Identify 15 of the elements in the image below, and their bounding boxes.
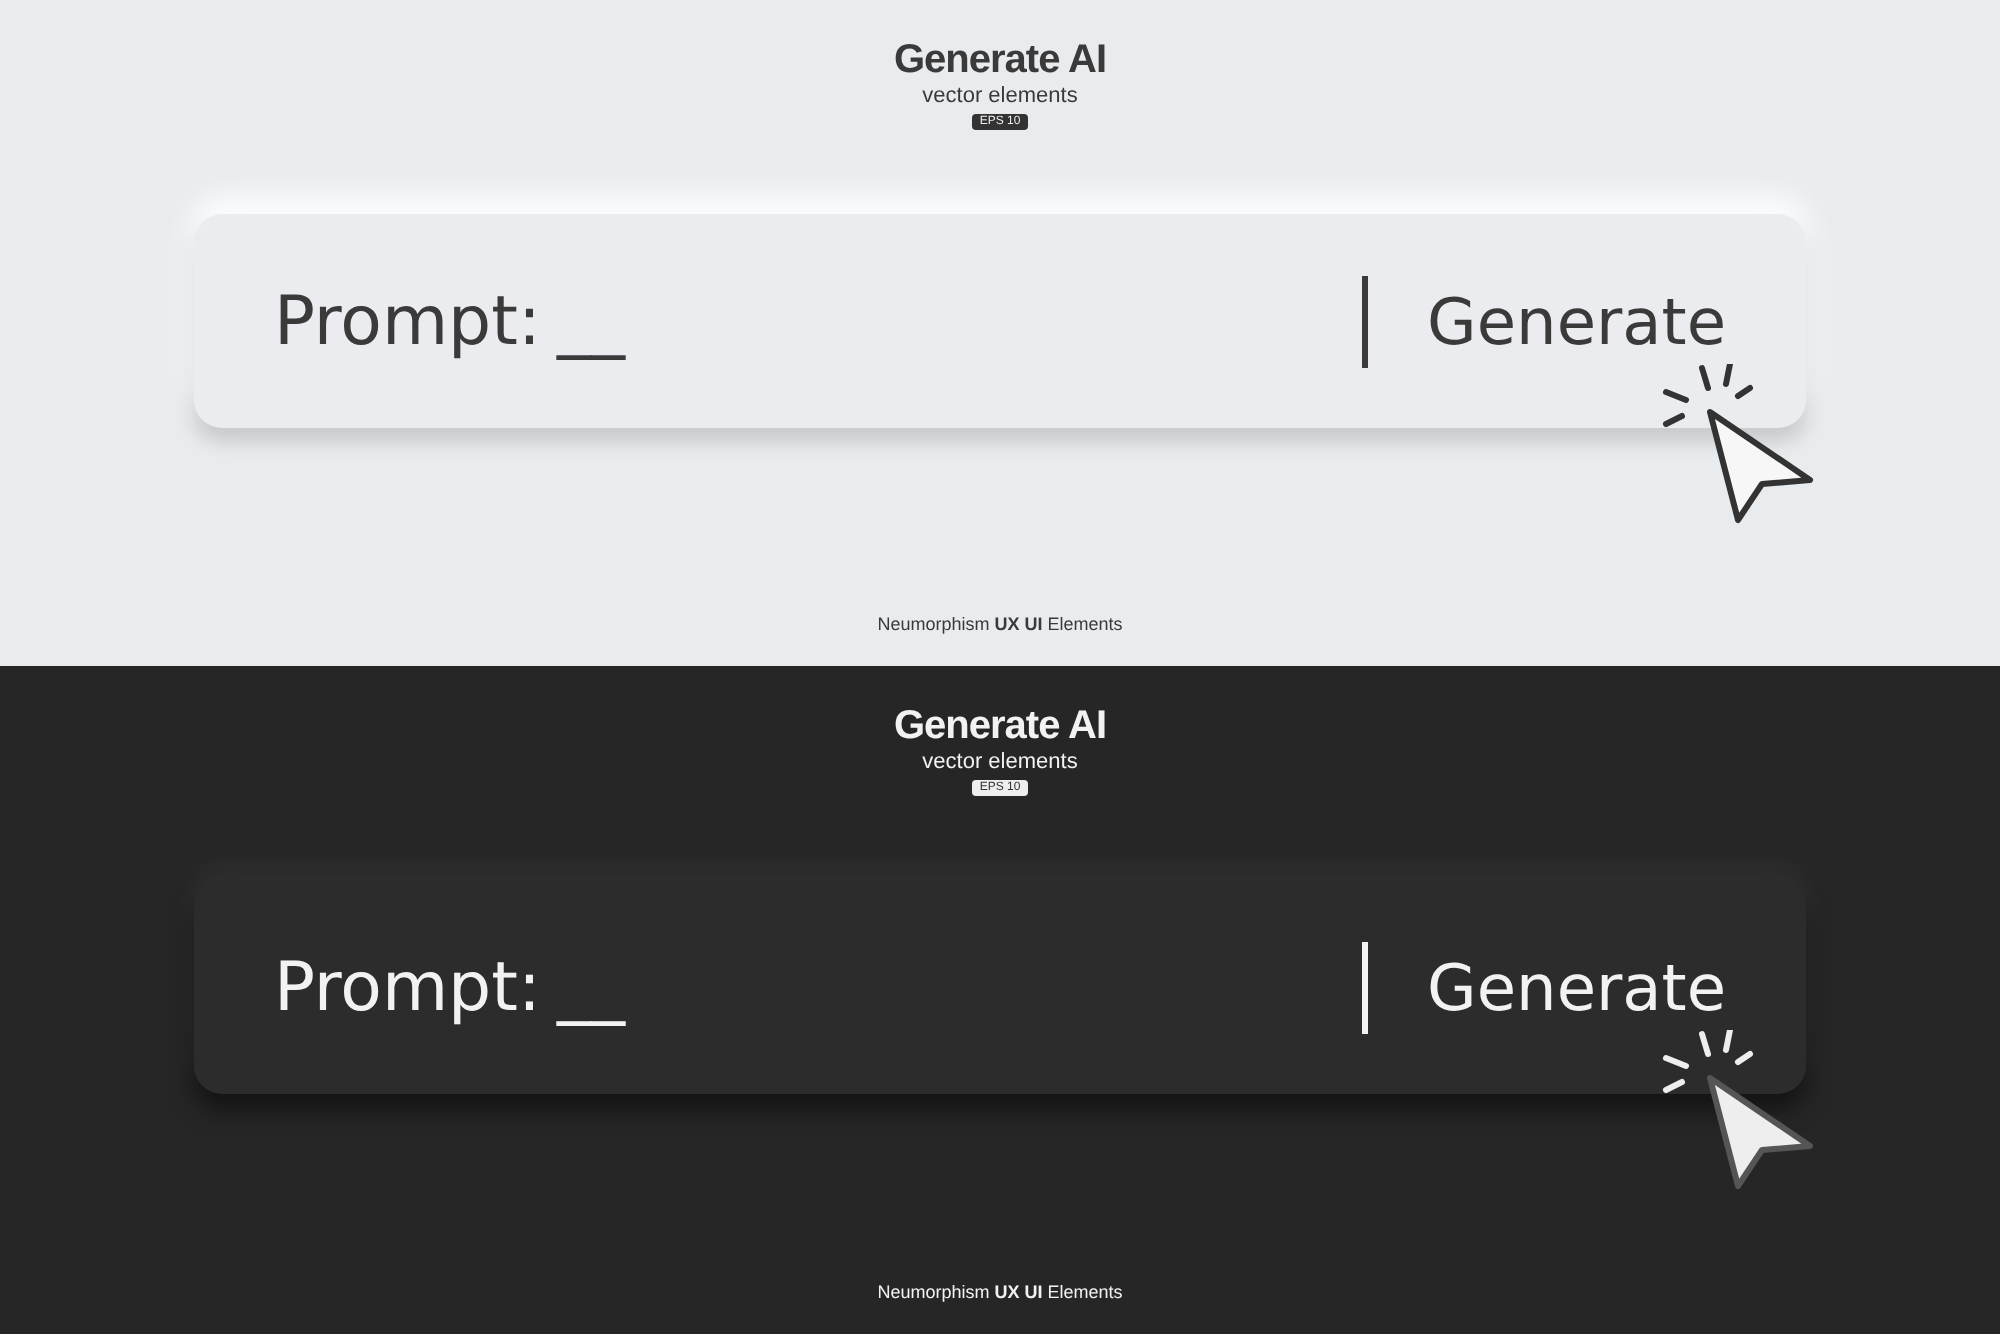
prompt-field[interactable]: Prompt: __ <box>274 947 1362 1027</box>
prompt-value: __ <box>556 281 625 361</box>
prompt-value: __ <box>556 947 625 1027</box>
subtitle: vector elements <box>922 84 1078 110</box>
prompt-field[interactable]: Prompt: __ <box>274 281 1362 361</box>
footer-text: Neumorphism UX UI Elements <box>877 614 1123 634</box>
prompt-label: Prompt: <box>274 947 541 1027</box>
prompt-label: Prompt: <box>274 281 541 361</box>
generate-button[interactable]: Generate <box>1427 283 1726 359</box>
generate-button[interactable]: Generate <box>1427 949 1726 1025</box>
title: Generate AI <box>893 36 1107 84</box>
footer-text: Neumorphism UX UI Elements <box>877 1282 1123 1302</box>
pointer-click-icon <box>1658 1030 1818 1190</box>
subtitle: vector elements <box>922 750 1078 776</box>
title: Generate AI <box>893 702 1107 750</box>
